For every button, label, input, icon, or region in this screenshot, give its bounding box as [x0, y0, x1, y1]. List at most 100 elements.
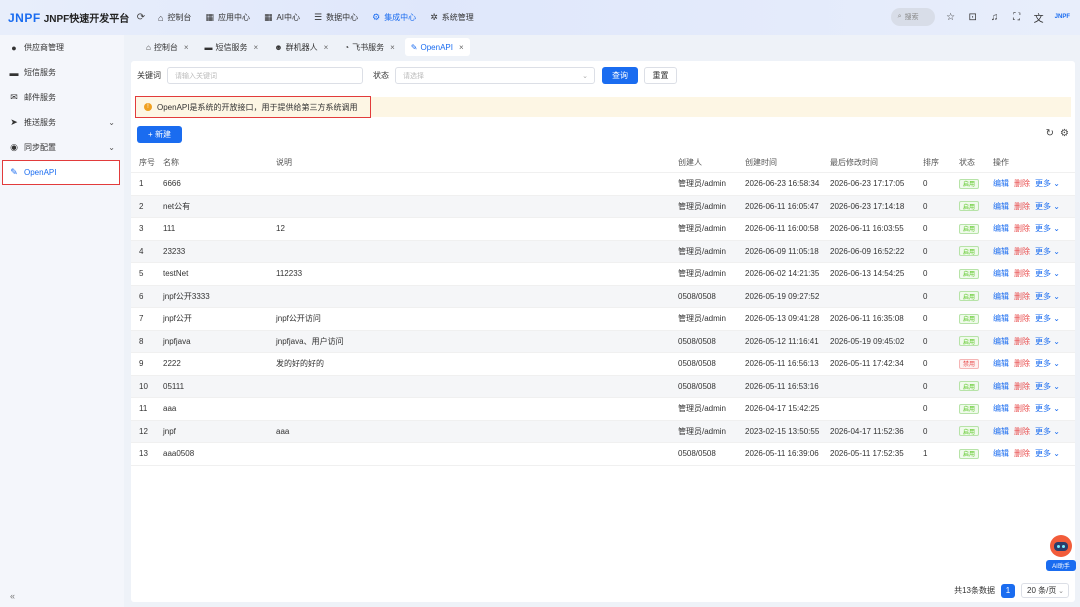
ai-assistant[interactable]: AI助手 — [1046, 535, 1076, 575]
cell-creator: 管理员/admin — [678, 426, 727, 436]
tab-feishu[interactable]: ◔ 飞书服务 × — [338, 38, 401, 56]
table-row[interactable]: 12 jnpf aaa 管理员/admin 2023-02-15 13:50:55 202… — [131, 420, 1075, 443]
cell-created-time: 2026-05-11 16:39:06 — [745, 449, 819, 459]
more-button[interactable]: 更多 ⌄ — [1035, 358, 1060, 369]
sidebar-item-sync[interactable]: ◉ 同步配置 ⌄ — [0, 135, 124, 160]
close-icon[interactable]: × — [390, 43, 395, 52]
tab-robot[interactable]: ☻ 群机器人 × — [268, 38, 334, 56]
topnav-item-app-center[interactable]: ▦ 应用中心 — [199, 8, 256, 28]
edit-button[interactable]: 编辑 — [993, 223, 1009, 234]
edit-button[interactable]: 编辑 — [993, 313, 1009, 324]
more-button[interactable]: 更多 ⌄ — [1035, 403, 1060, 414]
cell-description: jnpfjava、用户访问 — [276, 336, 344, 346]
table-row[interactable]: 2 net公有 管理员/admin 2026-06-11 16:05:47 2026-0… — [131, 195, 1075, 218]
more-button[interactable]: 更多 ⌄ — [1035, 268, 1060, 279]
topnav-item-console[interactable]: ⌂ 控制台 — [152, 8, 197, 28]
global-search[interactable]: ⌕ 搜索 — [890, 8, 935, 26]
tab-console[interactable]: ⌂ 控制台 × — [140, 38, 195, 56]
status-select[interactable]: 请选择 ⌄ — [395, 67, 595, 84]
table-row[interactable]: 9 2222 发的好的好的 0508/0508 2026-05-11 16:56:13 2… — [131, 353, 1075, 376]
more-button[interactable]: 更多 ⌄ — [1035, 313, 1060, 324]
delete-button[interactable]: 删除 — [1014, 358, 1030, 369]
edit-button[interactable]: 编辑 — [993, 426, 1009, 437]
cell-created-time: 2026-06-11 16:00:58 — [745, 224, 819, 234]
topnav-item-ai-center[interactable]: ▦ AI中心 — [258, 8, 306, 28]
star-icon[interactable]: ☆ — [945, 12, 957, 23]
more-button[interactable]: 更多 ⌄ — [1035, 178, 1060, 189]
sidebar-collapse-button[interactable]: « — [10, 591, 15, 601]
table-row[interactable]: 11 aaa 管理员/admin 2026-04-17 15:42:25 0 启用 编辑 删除… — [131, 398, 1075, 421]
table-row[interactable]: 8 jnpfjava jnpfjava、用户访问 0508/0508 2026-05-1… — [131, 330, 1075, 353]
topnav-item-system[interactable]: ✲ 系统管理 — [424, 8, 480, 28]
refresh-icon[interactable]: ↻ — [1046, 128, 1054, 139]
delete-button[interactable]: 删除 — [1014, 313, 1030, 324]
delete-button[interactable]: 删除 — [1014, 178, 1030, 189]
table-row[interactable]: 1 6666 管理员/admin 2026-06-23 16:58:34 2026-06… — [131, 173, 1075, 196]
more-button[interactable]: 更多 ⌄ — [1035, 201, 1060, 212]
edit-button[interactable]: 编辑 — [993, 358, 1009, 369]
edit-button[interactable]: 编辑 — [993, 246, 1009, 257]
table-row[interactable]: 3 111 12 管理员/admin 2026-06-11 16:00:58 2026-0… — [131, 218, 1075, 241]
delete-button[interactable]: 删除 — [1014, 246, 1030, 257]
delete-button[interactable]: 删除 — [1014, 336, 1030, 347]
settings-icon[interactable]: ⚙ — [1060, 128, 1069, 139]
keyword-input[interactable]: 请输入关键词 — [167, 67, 363, 84]
more-button[interactable]: 更多 ⌄ — [1035, 381, 1060, 392]
edit-button[interactable]: 编辑 — [993, 448, 1009, 459]
reset-button[interactable]: 重置 — [644, 67, 677, 84]
delete-button[interactable]: 删除 — [1014, 448, 1030, 459]
table-row[interactable]: 5 testNet 112233 管理员/admin 2026-06-02 14:21:… — [131, 263, 1075, 286]
search-button[interactable]: 查询 — [602, 67, 638, 84]
close-icon[interactable]: × — [459, 43, 464, 52]
topnav-item-data-center[interactable]: ☰ 数据中心 — [308, 8, 364, 28]
api-icon: ✎ — [10, 167, 18, 177]
delete-button[interactable]: 删除 — [1014, 291, 1030, 302]
table-row[interactable]: 4 23233 管理员/admin 2026-06-09 11:05:18 2026-0… — [131, 240, 1075, 263]
edit-button[interactable]: 编辑 — [993, 403, 1009, 414]
more-button[interactable]: 更多 ⌄ — [1035, 246, 1060, 257]
fullscreen-icon[interactable]: ⛶ — [1011, 12, 1023, 23]
sidebar-item-supplier[interactable]: ● 供应商管理 — [0, 35, 124, 60]
edit-button[interactable]: 编辑 — [993, 336, 1009, 347]
page-button-current[interactable]: 1 — [1001, 583, 1015, 598]
sidebar-item-mail[interactable]: ✉ 邮件服务 — [0, 85, 124, 110]
add-button[interactable]: + 新建 — [137, 126, 182, 143]
user-avatar-brand[interactable]: JNPF — [1055, 14, 1070, 20]
sidebar-item-push[interactable]: ➤ 推送服务 ⌄ — [0, 110, 124, 135]
edit-button[interactable]: 编辑 — [993, 268, 1009, 279]
page-size-select[interactable]: 20 条/页 ⌄ — [1021, 583, 1069, 598]
cell-index: 5 — [139, 269, 144, 279]
table-row[interactable]: 13 aaa0508 0508/0508 2026-05-11 16:39:06 202… — [131, 443, 1075, 466]
more-button[interactable]: 更多 ⌄ — [1035, 448, 1060, 459]
more-button[interactable]: 更多 ⌄ — [1035, 223, 1060, 234]
tab-sms[interactable]: ▬ 短信服务 × — [199, 38, 265, 56]
tab-openapi[interactable]: ✎ OpenAPI × — [404, 38, 470, 56]
edit-button[interactable]: 编辑 — [993, 178, 1009, 189]
close-icon[interactable]: × — [324, 43, 329, 52]
sidebar-item-sms[interactable]: ▬ 短信服务 — [0, 60, 124, 85]
more-button[interactable]: 更多 ⌄ — [1035, 426, 1060, 437]
delete-button[interactable]: 删除 — [1014, 201, 1030, 212]
translate-icon[interactable]: 文 — [1033, 10, 1045, 25]
table-row[interactable]: 6 jnpf公开3333 0508/0508 2026-05-19 09:27:52 0… — [131, 285, 1075, 308]
close-icon[interactable]: × — [254, 43, 259, 52]
delete-button[interactable]: 删除 — [1014, 381, 1030, 392]
table-row[interactable]: 7 jnpf公开 jnpf公开访问 管理员/admin 2026-05-13 09:41… — [131, 308, 1075, 331]
edit-button[interactable]: 编辑 — [993, 381, 1009, 392]
edit-button[interactable]: 编辑 — [993, 201, 1009, 212]
refresh-icon[interactable]: ⟳ — [134, 11, 148, 25]
sidebar-item-openapi[interactable]: ✎ OpenAPI — [2, 160, 120, 185]
layout-icon[interactable]: ⊡ — [967, 12, 979, 23]
delete-button[interactable]: 删除 — [1014, 426, 1030, 437]
topnav-item-integration-center[interactable]: ⚙ 集成中心 — [366, 8, 422, 28]
bell-icon[interactable]: ♫ — [989, 12, 1001, 23]
more-button[interactable]: 更多 ⌄ — [1035, 291, 1060, 302]
app-logo[interactable]: JNPF JNPF快速开发平台 — [0, 10, 130, 26]
delete-button[interactable]: 删除 — [1014, 403, 1030, 414]
table-row[interactable]: 10 05111 0508/0508 2026-05-11 16:53:16 0 启用 编辑… — [131, 375, 1075, 398]
delete-button[interactable]: 删除 — [1014, 223, 1030, 234]
more-button[interactable]: 更多 ⌄ — [1035, 336, 1060, 347]
delete-button[interactable]: 删除 — [1014, 268, 1030, 279]
close-icon[interactable]: × — [184, 43, 189, 52]
edit-button[interactable]: 编辑 — [993, 291, 1009, 302]
